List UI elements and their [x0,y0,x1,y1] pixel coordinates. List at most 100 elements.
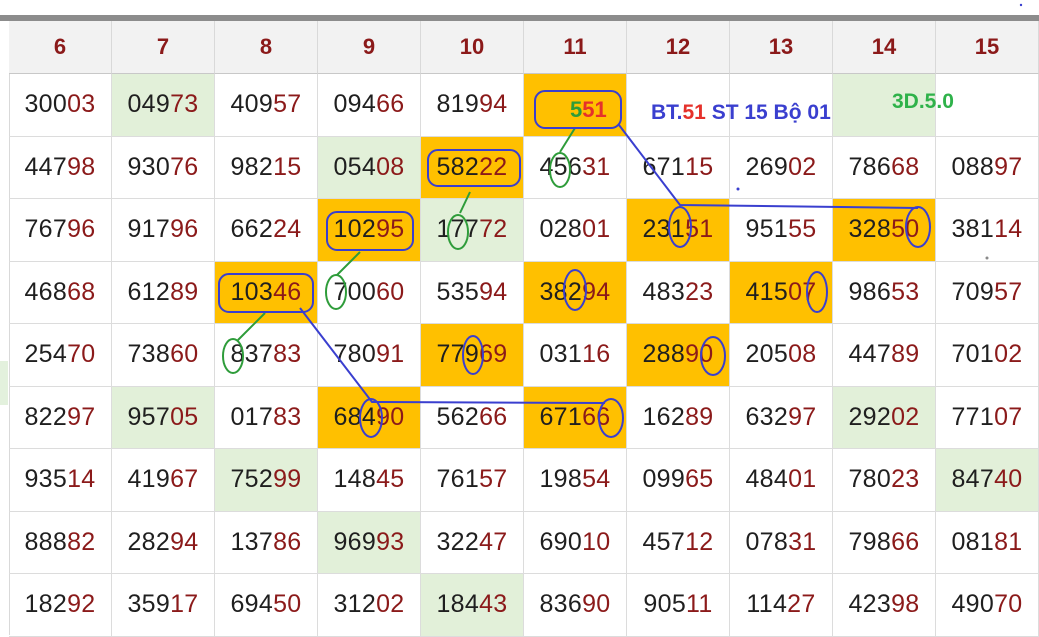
table-cell[interactable]: 456 31 [524,136,627,199]
table-cell[interactable]: 300 03 [9,74,112,137]
table-cell[interactable]: 930 76 [112,136,215,199]
table-cell[interactable]: 103 46 [215,261,318,324]
column-header-9[interactable]: 9 [318,21,421,74]
table-cell[interactable]: 986 53 [833,261,936,324]
table-cell[interactable]: 162 89 [627,386,730,449]
table-cell[interactable]: 684 90 [318,386,421,449]
table-cell[interactable]: 761 57 [421,449,524,512]
column-header-11[interactable]: 11 [524,21,627,74]
table-cell[interactable]: 690 10 [524,511,627,574]
table-cell[interactable]: 423 98 [833,574,936,637]
table-cell[interactable]: 182 92 [9,574,112,637]
table-cell[interactable]: 780 91 [318,324,421,387]
table-cell[interactable]: 969 93 [318,511,421,574]
table-cell[interactable]: 312 02 [318,574,421,637]
table-cell[interactable] [524,74,627,137]
table-cell[interactable]: 957 05 [112,386,215,449]
table-cell[interactable]: 447 89 [833,324,936,387]
table-cell[interactable]: 798 66 [833,511,936,574]
column-header-7[interactable]: 7 [112,21,215,74]
table-cell[interactable]: 419 67 [112,449,215,512]
table-cell[interactable] [627,74,730,137]
table-cell[interactable]: 951 55 [730,199,833,262]
table-cell[interactable]: 671 15 [627,136,730,199]
table-cell[interactable]: 088 97 [936,136,1039,199]
table-cell[interactable]: 409 57 [215,74,318,137]
table-cell[interactable]: 231 51 [627,199,730,262]
table-cell[interactable]: 322 47 [421,511,524,574]
table-cell[interactable]: 780 23 [833,449,936,512]
table-cell[interactable]: 382 94 [524,261,627,324]
table-cell[interactable]: 767 96 [9,199,112,262]
table-cell[interactable]: 282 94 [112,511,215,574]
table-cell[interactable]: 662 24 [215,199,318,262]
table-cell[interactable] [936,74,1039,137]
table-cell[interactable] [833,74,936,137]
column-header-6[interactable]: 6 [9,21,112,74]
table-cell[interactable]: 094 66 [318,74,421,137]
table-cell[interactable]: 484 01 [730,449,833,512]
column-header-12[interactable]: 12 [627,21,730,74]
table-cell[interactable]: 836 90 [524,574,627,637]
table-cell[interactable]: 468 68 [9,261,112,324]
table-cell[interactable]: 700 60 [318,261,421,324]
table-cell[interactable]: 054 08 [318,136,421,199]
table-cell[interactable]: 288 90 [627,324,730,387]
table-cell[interactable]: 738 60 [112,324,215,387]
column-header-8[interactable]: 8 [215,21,318,74]
table-cell[interactable]: 483 23 [627,261,730,324]
table-cell[interactable]: 779 69 [421,324,524,387]
table-cell[interactable]: 148 45 [318,449,421,512]
table-cell[interactable]: 102 95 [318,199,421,262]
table-cell[interactable]: 381 14 [936,199,1039,262]
table-cell[interactable]: 292 02 [833,386,936,449]
table-cell[interactable]: 137 86 [215,511,318,574]
table-cell[interactable]: 028 01 [524,199,627,262]
table-cell[interactable]: 847 40 [936,449,1039,512]
table-cell[interactable]: 099 65 [627,449,730,512]
table-cell[interactable]: 490 70 [936,574,1039,637]
table-cell[interactable]: 415 07 [730,261,833,324]
table-cell[interactable]: 935 14 [9,449,112,512]
table-cell[interactable]: 582 22 [421,136,524,199]
table-cell[interactable]: 905 11 [627,574,730,637]
table-cell[interactable]: 198 54 [524,449,627,512]
table-cell[interactable]: 447 98 [9,136,112,199]
table-cell[interactable]: 205 08 [730,324,833,387]
table-cell[interactable]: 017 83 [215,386,318,449]
table-cell[interactable]: 917 96 [112,199,215,262]
table-cell[interactable]: 081 81 [936,511,1039,574]
table-cell[interactable]: 184 43 [421,574,524,637]
table-cell[interactable]: 612 89 [112,261,215,324]
table-cell[interactable]: 359 17 [112,574,215,637]
table-cell[interactable]: 982 15 [215,136,318,199]
table-cell[interactable]: 701 02 [936,324,1039,387]
table-cell[interactable]: 888 82 [9,511,112,574]
table-cell[interactable]: 786 68 [833,136,936,199]
table-cell[interactable]: 819 94 [421,74,524,137]
table-cell[interactable]: 632 97 [730,386,833,449]
table-cell[interactable]: 837 83 [215,324,318,387]
table-cell[interactable]: 049 73 [112,74,215,137]
table-cell[interactable]: 562 66 [421,386,524,449]
table-cell[interactable]: 822 97 [9,386,112,449]
table-cell[interactable]: 535 94 [421,261,524,324]
table-cell[interactable]: 078 31 [730,511,833,574]
table-cell[interactable]: 328 50 [833,199,936,262]
table-cell[interactable]: 031 16 [524,324,627,387]
column-header-13[interactable]: 13 [730,21,833,74]
table-cell[interactable]: 752 99 [215,449,318,512]
table-cell[interactable] [730,74,833,137]
table-cell[interactable]: 709 57 [936,261,1039,324]
column-header-15[interactable]: 15 [936,21,1039,74]
table-cell[interactable]: 771 07 [936,386,1039,449]
table-cell[interactable]: 671 66 [524,386,627,449]
table-cell[interactable]: 457 12 [627,511,730,574]
table-cell[interactable]: 114 27 [730,574,833,637]
table-cell[interactable]: 269 02 [730,136,833,199]
table-cell[interactable]: 694 50 [215,574,318,637]
column-header-14[interactable]: 14 [833,21,936,74]
table-cell[interactable]: 177 72 [421,199,524,262]
column-header-10[interactable]: 10 [421,21,524,74]
table-cell[interactable]: 254 70 [9,324,112,387]
